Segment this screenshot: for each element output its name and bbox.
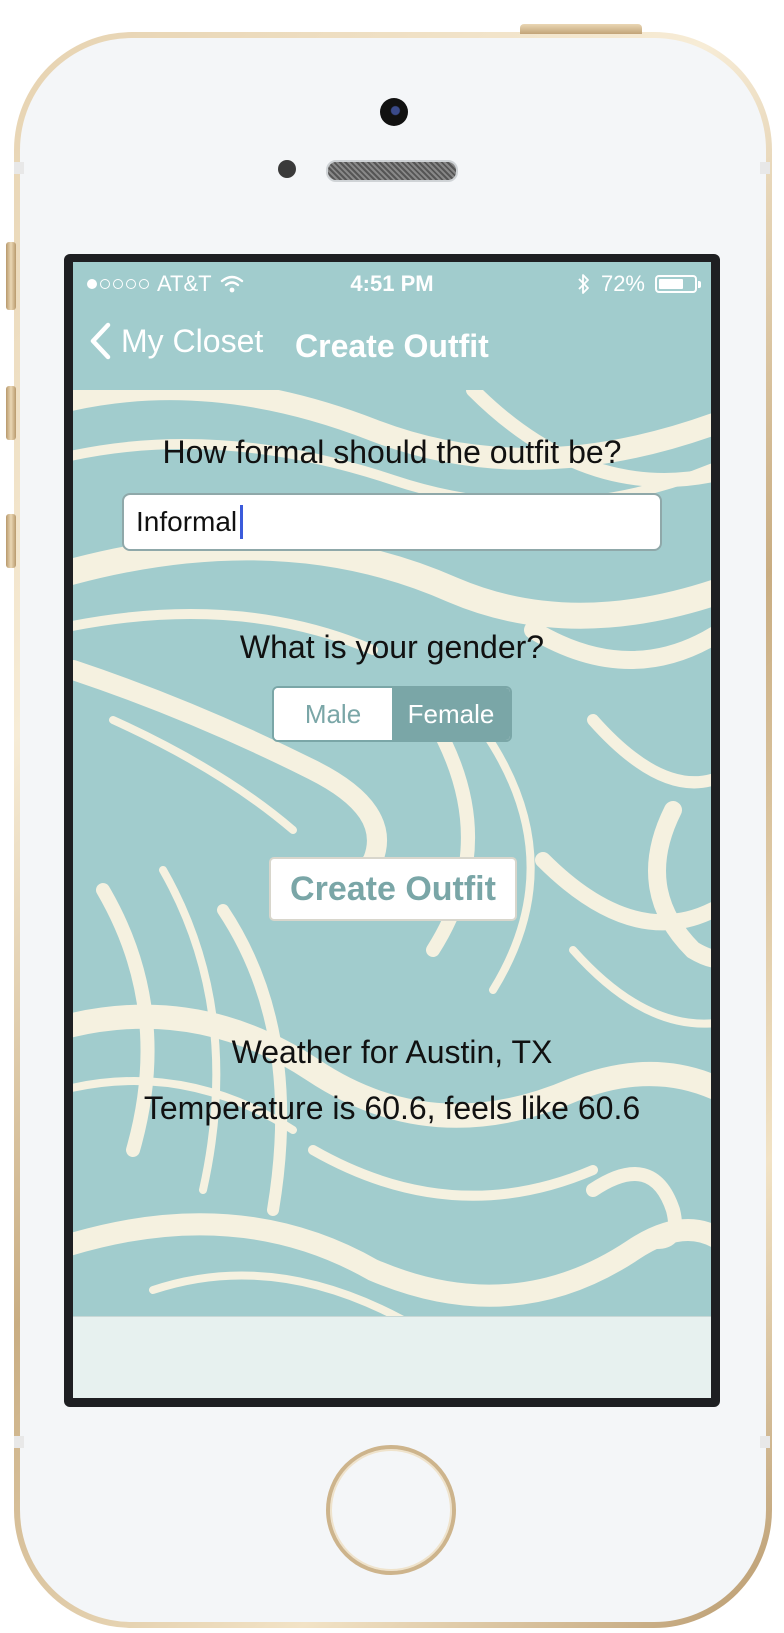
- home-button[interactable]: [326, 1445, 456, 1575]
- battery-icon: [655, 275, 701, 293]
- formality-input[interactable]: [122, 493, 662, 551]
- nav-title: Create Outfit: [295, 328, 489, 364]
- mute-switch: [6, 242, 16, 310]
- create-outfit-content: How formal should the outfit be? What is…: [73, 390, 711, 1316]
- volume-down-button: [6, 514, 16, 568]
- volume-up-button: [6, 386, 16, 440]
- bluetooth-icon: [578, 274, 589, 294]
- front-camera: [380, 98, 408, 126]
- create-outfit-button[interactable]: Create Outfit: [269, 857, 517, 921]
- battery-percent: 72%: [600, 271, 645, 296]
- earpiece-speaker: [326, 160, 458, 182]
- back-button[interactable]: My Closet: [89, 322, 263, 360]
- gender-question: What is your gender?: [239, 629, 545, 665]
- bottom-bar: [73, 1316, 711, 1398]
- gender-option-male[interactable]: Male: [274, 688, 392, 740]
- power-button: [520, 24, 642, 34]
- battery-fill: [659, 279, 684, 289]
- weather-temperature: Temperature is 60.6, feels like 60.6: [143, 1090, 641, 1126]
- battery-tip: [698, 281, 701, 288]
- antenna-band: [760, 162, 770, 174]
- status-bar: AT&T 4:51 PM 72%: [73, 262, 711, 302]
- formality-question: How formal should the outfit be?: [162, 434, 622, 470]
- navigation-bar: My Closet Create Outfit: [73, 302, 711, 390]
- back-label: My Closet: [121, 322, 264, 359]
- antenna-band: [14, 162, 24, 174]
- app-screen: AT&T 4:51 PM 72% My Closet Create Outfit…: [73, 262, 711, 1398]
- proximity-sensor: [278, 160, 296, 178]
- gender-option-female[interactable]: Female: [392, 688, 510, 740]
- text-caret: [240, 505, 243, 539]
- weather-location: Weather for Austin, TX: [231, 1034, 553, 1070]
- antenna-band: [760, 1436, 770, 1448]
- back-chevron-icon: [90, 322, 111, 360]
- status-right: 72%: [577, 271, 701, 297]
- gender-segmented-control[interactable]: Male Female: [272, 686, 512, 742]
- antenna-band: [14, 1436, 24, 1448]
